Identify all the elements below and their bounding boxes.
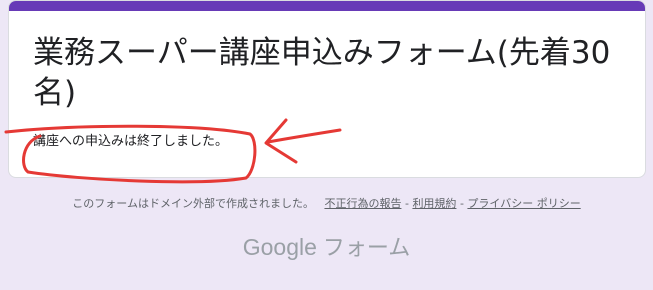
terms-link[interactable]: 利用規約: [412, 197, 456, 210]
privacy-policy-link[interactable]: プライバシー ポリシー: [467, 197, 580, 210]
footer-separator: -: [404, 197, 409, 210]
form-footer: このフォームはドメイン外部で作成されました。 不正行為の報告 - 利用規約 - …: [0, 196, 653, 212]
form-card: 業務スーパー講座申込みフォーム(先着30名) 講座への申込みは終了しました。: [8, 0, 646, 178]
forms-product-name: フォーム: [322, 236, 411, 261]
google-forms-logo[interactable]: Google フォーム: [0, 232, 653, 264]
form-title: 業務スーパー講座申込みフォーム(先着30名): [33, 35, 611, 111]
closed-message: 講座への申込みは終了しました。: [33, 134, 229, 149]
google-logo-text: Google: [242, 234, 317, 260]
footer-note: このフォームはドメイン外部で作成されました。: [72, 197, 314, 210]
footer-separator: -: [459, 197, 464, 210]
report-abuse-link[interactable]: 不正行為の報告: [324, 197, 401, 210]
form-accent-bar: [9, 1, 645, 11]
